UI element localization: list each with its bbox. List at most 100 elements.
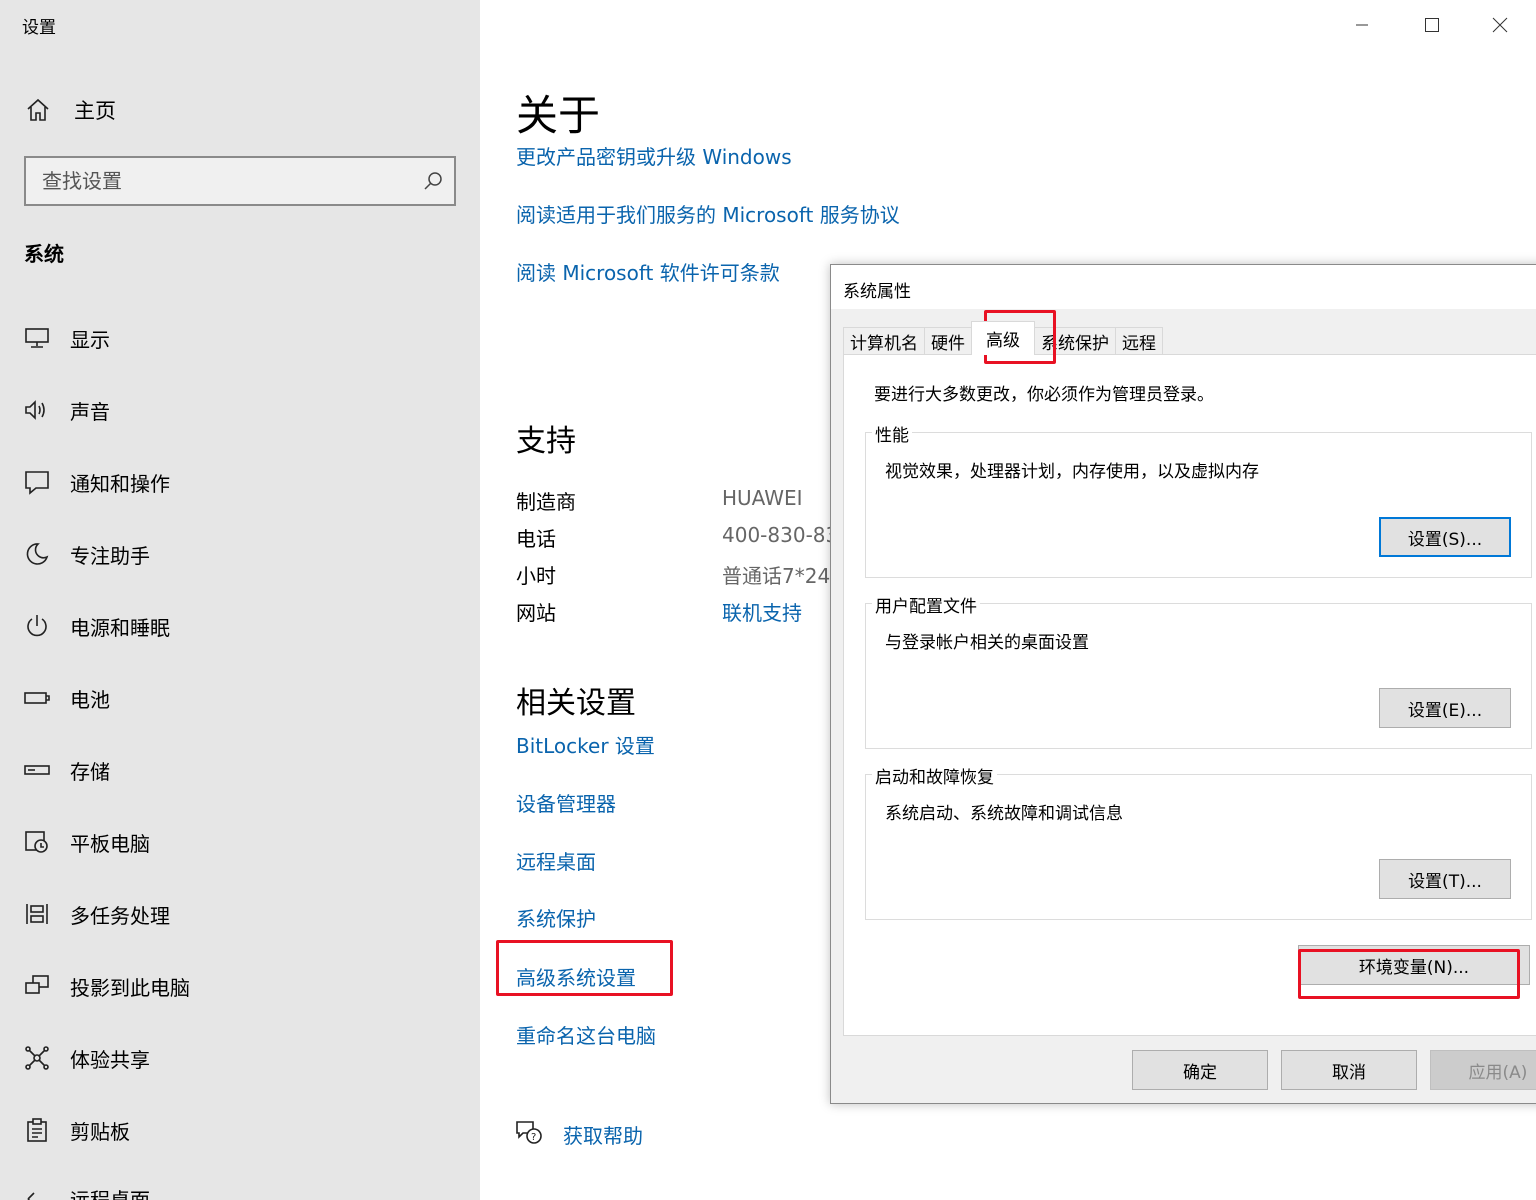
cancel-button[interactable]: 取消 — [1281, 1050, 1417, 1090]
remote-desktop-link[interactable]: 远程桌面 — [516, 846, 596, 875]
admin-notice: 要进行大多数更改，你必须作为管理员登录。 — [874, 385, 1214, 405]
battery-icon — [22, 683, 52, 713]
performance-desc: 视觉效果，处理器计划，内存使用，以及虚拟内存 — [885, 462, 1259, 482]
sidebar-item-label: 体验共享 — [70, 1047, 150, 1072]
support-heading: 支持 — [516, 424, 576, 459]
search-input[interactable] — [26, 158, 406, 204]
startup-recovery-settings-button[interactable]: 设置(T)... — [1379, 859, 1511, 899]
page-title: 关于 — [516, 91, 601, 140]
user-profiles-group: 用户配置文件 与登录帐户相关的桌面设置 设置(E)... — [865, 592, 1532, 749]
support-key-phone: 电话 — [516, 527, 556, 551]
support-value-manufacturer: HUAWEI — [722, 486, 803, 510]
get-help-link[interactable]: 获取帮助 — [563, 1120, 643, 1149]
search-box — [24, 156, 456, 206]
dialog-body: 计算机名 硬件 高级 系统保护 远程 要进行大多数更改，你必须作为管理员登录。 … — [831, 309, 1536, 1103]
settings-sidebar: 设置 主页 系统 显示 声音 通知和操作 专注助手 电源和睡眠 电池 存储 — [0, 0, 480, 1200]
help-icon: ? — [514, 1118, 544, 1148]
support-key-hours: 小时 — [516, 564, 556, 588]
sidebar-item-label: 通知和操作 — [70, 471, 170, 496]
support-key-website: 网站 — [516, 601, 556, 625]
sidebar-item-label: 投影到此电脑 — [70, 975, 190, 1000]
multitask-icon — [22, 899, 52, 929]
monitor-icon — [22, 323, 52, 353]
close-button[interactable] — [1480, 8, 1520, 42]
sidebar-item-shared-experiences[interactable]: 体验共享 — [22, 1038, 150, 1078]
upgrade-windows-link[interactable]: 更改产品密钥或升级 Windows — [516, 141, 792, 170]
sidebar-item-battery[interactable]: 电池 — [22, 678, 110, 718]
maximize-button[interactable] — [1412, 8, 1452, 42]
sidebar-item-label: 存储 — [70, 759, 110, 784]
related-settings-heading: 相关设置 — [516, 686, 636, 721]
system-properties-dialog: 系统属性 计算机名 硬件 高级 系统保护 远程 要进行大多数更改，你必须作为管理… — [830, 264, 1536, 1104]
sidebar-item-project[interactable]: 投影到此电脑 — [22, 966, 190, 1006]
sidebar-item-notifications[interactable]: 通知和操作 — [22, 462, 170, 502]
sidebar-item-sound[interactable]: 声音 — [22, 390, 110, 430]
service-agreement-link[interactable]: 阅读适用于我们服务的 Microsoft 服务协议 — [516, 199, 900, 228]
sidebar-item-home[interactable]: 主页 — [22, 92, 116, 128]
performance-legend: 性能 — [872, 421, 912, 446]
sidebar-item-focus-assist[interactable]: 专注助手 — [22, 534, 150, 574]
support-value-hours: 普通话7*24 — [722, 564, 830, 588]
app-title: 设置 — [22, 18, 56, 38]
clipboard-icon — [22, 1115, 52, 1145]
sidebar-item-label: 电池 — [70, 687, 110, 712]
notification-icon — [22, 467, 52, 497]
performance-settings-button[interactable]: 设置(S)... — [1379, 517, 1511, 557]
sidebar-item-display[interactable]: 显示 — [22, 318, 110, 358]
sidebar-item-label: 显示 — [70, 327, 110, 352]
sidebar-item-multitasking[interactable]: 多任务处理 — [22, 894, 170, 934]
sidebar-item-remote-desktop[interactable]: 远程桌面 — [22, 1178, 150, 1200]
sidebar-item-label: 专注助手 — [70, 543, 150, 568]
support-key-manufacturer: 制造商 — [516, 490, 576, 514]
highlight-box — [1298, 949, 1520, 999]
tab-remote[interactable]: 远程 — [1115, 327, 1163, 355]
startup-recovery-group: 启动和故障恢复 系统启动、系统故障和调试信息 设置(T)... — [865, 763, 1532, 920]
user-profiles-settings-button[interactable]: 设置(E)... — [1379, 688, 1511, 728]
performance-group: 性能 视觉效果，处理器计划，内存使用，以及虚拟内存 设置(S)... — [865, 421, 1532, 578]
ok-button[interactable]: 确定 — [1132, 1050, 1268, 1090]
home-icon — [22, 94, 54, 126]
sidebar-item-clipboard[interactable]: 剪贴板 — [22, 1110, 130, 1150]
sidebar-item-label: 电源和睡眠 — [70, 615, 170, 640]
sidebar-item-label: 声音 — [70, 399, 110, 424]
remote-desktop-icon — [22, 1183, 52, 1200]
apply-button[interactable]: 应用(A) — [1430, 1050, 1536, 1090]
dialog-title: 系统属性 — [843, 282, 911, 302]
svg-text:?: ? — [531, 1132, 536, 1143]
sidebar-item-label: 剪贴板 — [70, 1119, 130, 1144]
sidebar-item-tablet[interactable]: 平板电脑 — [22, 822, 150, 862]
section-title: 系统 — [24, 242, 64, 266]
sidebar-item-label: 主页 — [74, 99, 116, 123]
license-terms-link[interactable]: 阅读 Microsoft 软件许可条款 — [516, 257, 780, 286]
sidebar-item-power[interactable]: 电源和睡眠 — [22, 606, 170, 646]
sidebar-item-label: 多任务处理 — [70, 903, 170, 928]
speaker-icon — [22, 395, 52, 425]
highlight-box — [496, 940, 673, 996]
tablet-icon — [22, 827, 52, 857]
sidebar-item-label: 远程桌面 — [70, 1187, 150, 1200]
sidebar-item-label: 平板电脑 — [70, 831, 150, 856]
share-icon — [22, 1043, 52, 1073]
bitlocker-link[interactable]: BitLocker 设置 — [516, 730, 655, 759]
storage-icon — [22, 755, 52, 785]
sidebar-item-storage[interactable]: 存储 — [22, 750, 110, 790]
advanced-tab-panel: 要进行大多数更改，你必须作为管理员登录。 性能 视觉效果，处理器计划，内存使用，… — [843, 354, 1536, 1036]
online-support-link[interactable]: 联机支持 — [722, 597, 830, 626]
startup-recovery-desc: 系统启动、系统故障和调试信息 — [885, 804, 1123, 824]
user-profiles-desc: 与登录帐户相关的桌面设置 — [885, 633, 1089, 653]
device-manager-link[interactable]: 设备管理器 — [516, 788, 616, 817]
moon-icon — [22, 539, 52, 569]
rename-pc-link[interactable]: 重命名这台电脑 — [516, 1020, 656, 1049]
tab-advanced[interactable]: 高级 — [971, 321, 1035, 355]
tab-hardware[interactable]: 硬件 — [924, 327, 972, 355]
tab-bar: 计算机名 硬件 高级 系统保护 远程 — [843, 321, 1163, 355]
search-icon[interactable] — [422, 170, 444, 192]
support-value-phone: 400-830-83 — [722, 523, 830, 547]
system-protection-link[interactable]: 系统保护 — [516, 903, 596, 932]
project-icon — [22, 971, 52, 1001]
user-profiles-legend: 用户配置文件 — [872, 592, 980, 617]
tab-computer-name[interactable]: 计算机名 — [843, 327, 925, 355]
startup-recovery-legend: 启动和故障恢复 — [872, 763, 997, 788]
power-icon — [22, 611, 52, 641]
minimize-button[interactable] — [1342, 8, 1382, 42]
